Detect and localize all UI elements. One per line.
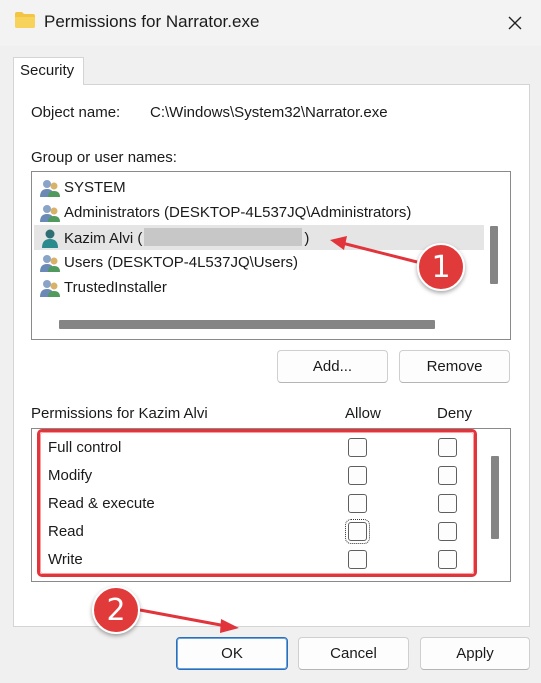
redacted-email <box>144 228 303 246</box>
list-item-label: SYSTEM <box>64 179 126 196</box>
list-item-label: Kazim Alvi () <box>64 228 309 247</box>
list-item-label: Users (DESKTOP-4L537JQ\Users) <box>64 254 298 271</box>
group-users-icon <box>40 204 60 222</box>
annotation-badge-1: 1 <box>417 243 465 291</box>
permissions-vertical-scrollbar[interactable] <box>491 456 499 539</box>
group-users-icon <box>40 279 60 297</box>
user-name-prefix: Kazim Alvi ( <box>64 230 143 247</box>
user-name-suffix: ) <box>304 230 310 247</box>
allow-header: Allow <box>345 405 381 422</box>
permissions-label: Permissions for Kazim Alvi <box>31 405 208 422</box>
deny-header: Deny <box>437 405 473 422</box>
apply-button[interactable]: Apply <box>420 637 530 670</box>
object-name-value: C:\Windows\System32\Narrator.exe <box>150 104 388 121</box>
tab-security-label: Security <box>20 62 75 79</box>
add-button[interactable]: Add... <box>277 350 388 383</box>
tab-security[interactable]: Security <box>13 57 84 85</box>
group-users-icon <box>40 179 60 197</box>
remove-button[interactable]: Remove <box>399 350 510 383</box>
object-name-label: Object name: <box>31 104 121 121</box>
close-icon[interactable] <box>500 8 530 38</box>
annotation-highlight-inner <box>40 432 474 574</box>
folder-icon <box>14 11 36 29</box>
cancel-button[interactable]: Cancel <box>298 637 409 670</box>
list-item-trustedinstaller[interactable]: TrustedInstaller <box>34 275 484 300</box>
user-list-vertical-scrollbar[interactable] <box>490 226 498 284</box>
window-title: Permissions for Narrator.exe <box>44 12 260 31</box>
ok-button[interactable]: OK <box>176 637 288 670</box>
user-icon <box>42 229 58 248</box>
list-item-administrators[interactable]: Administrators (DESKTOP-4L537JQ\Administ… <box>34 200 484 225</box>
list-item-label: TrustedInstaller <box>64 279 167 296</box>
group-user-names-label: Group or user names: <box>31 149 177 166</box>
list-item-system[interactable]: SYSTEM <box>34 175 484 200</box>
user-list-horizontal-scrollbar[interactable] <box>59 320 435 329</box>
group-users-icon <box>40 254 60 272</box>
list-item-label: Administrators (DESKTOP-4L537JQ\Administ… <box>64 204 412 221</box>
list-item-kazim-alvi[interactable]: Kazim Alvi () <box>34 225 484 250</box>
annotation-badge-2: 2 <box>92 586 140 634</box>
